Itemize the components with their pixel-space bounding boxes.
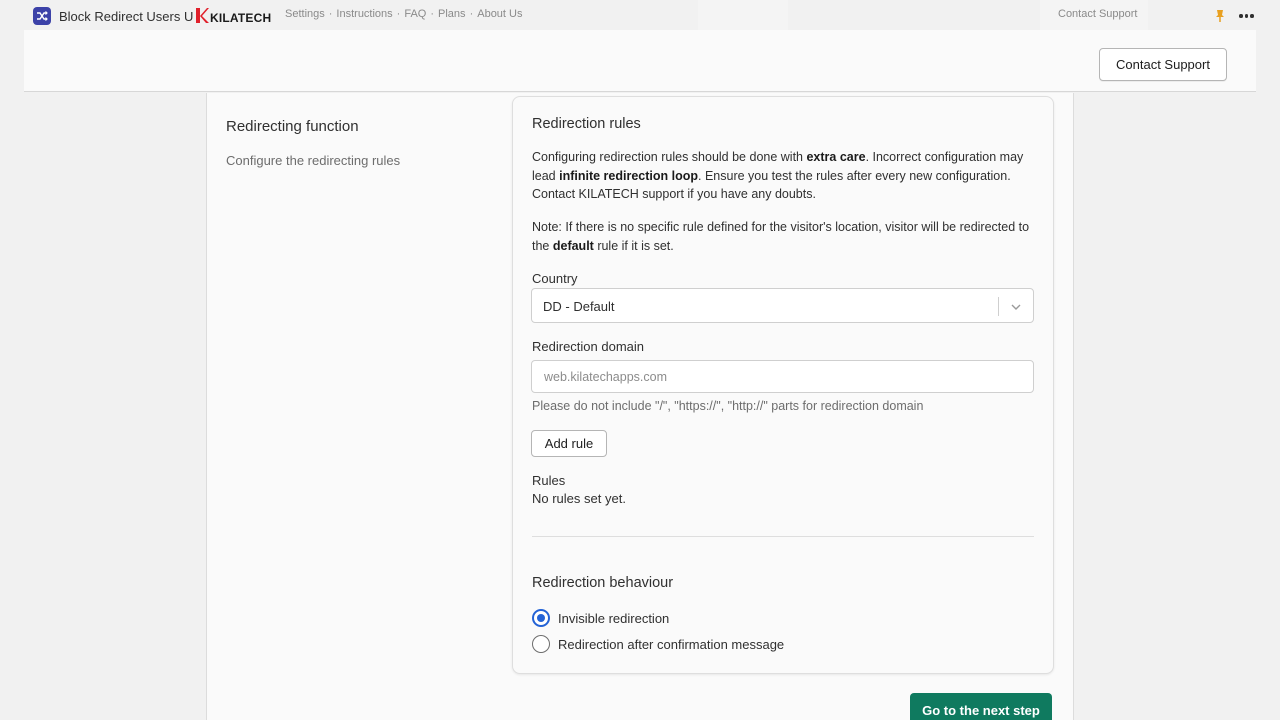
note-paragraph: Note: If there is no specific rule defin…: [532, 220, 1030, 253]
divider: [532, 536, 1034, 537]
section-description: Configure the redirecting rules: [226, 153, 401, 168]
country-select[interactable]: DD - Default: [531, 288, 1034, 323]
nav-separator: ·: [469, 8, 474, 20]
top-contact-support-link[interactable]: Contact Support: [1058, 8, 1138, 20]
shuffle-icon: [33, 7, 51, 25]
radio-label: Invisible redirection: [558, 610, 670, 626]
redirection-domain-label: Redirection domain: [532, 339, 645, 354]
country-select-value: DD - Default: [543, 299, 615, 314]
radio-button-checked[interactable]: [532, 609, 550, 627]
select-divider: [998, 297, 999, 316]
page-header: [24, 30, 1256, 92]
more-options-icon[interactable]: [1239, 14, 1254, 18]
nav-separator: ·: [396, 8, 401, 20]
nav-link-instructions[interactable]: Instructions: [336, 8, 392, 20]
chevron-down-icon[interactable]: [1009, 300, 1023, 314]
nav-link-settings[interactable]: Settings: [285, 8, 325, 20]
rules-label: Rules: [532, 473, 566, 488]
contact-support-button[interactable]: Contact Support: [1099, 48, 1227, 81]
next-step-button[interactable]: Go to the next step: [910, 693, 1052, 720]
top-nav: Settings · Instructions · FAQ · Plans · …: [285, 8, 522, 20]
kilatech-logo: KILATECH: [195, 5, 271, 25]
add-rule-button[interactable]: Add rule: [531, 430, 607, 457]
rules-empty-text: No rules set yet.: [532, 491, 626, 506]
nav-link-faq[interactable]: FAQ: [404, 8, 426, 20]
behaviour-title: Redirection behaviour: [532, 575, 674, 591]
warning-paragraph: Configuring redirection rules should be …: [532, 150, 1024, 201]
radio-button[interactable]: [532, 635, 550, 653]
domain-help-text: Please do not include "/", "https://", "…: [532, 399, 924, 413]
radio-invisible-redirection[interactable]: Invisible redirection: [532, 609, 669, 627]
nav-link-plans[interactable]: Plans: [438, 8, 466, 20]
app-title: Block Redirect Users U: [59, 9, 194, 24]
section-title: Redirecting function: [226, 118, 359, 135]
radio-confirmation-redirection[interactable]: Redirection after confirmation message: [532, 635, 784, 653]
country-label: Country: [532, 271, 578, 286]
redirection-domain-input[interactable]: [531, 360, 1034, 393]
nav-link-about-us[interactable]: About Us: [477, 8, 522, 20]
card-title: Redirection rules: [532, 116, 641, 132]
nav-separator: ·: [328, 8, 333, 20]
pin-icon[interactable]: [1213, 9, 1227, 23]
logo-text: KILATECH: [210, 10, 272, 25]
nav-separator: ·: [430, 8, 435, 20]
kilatech-logo-mark-icon: [196, 8, 209, 23]
radio-label: Redirection after confirmation message: [558, 636, 785, 652]
